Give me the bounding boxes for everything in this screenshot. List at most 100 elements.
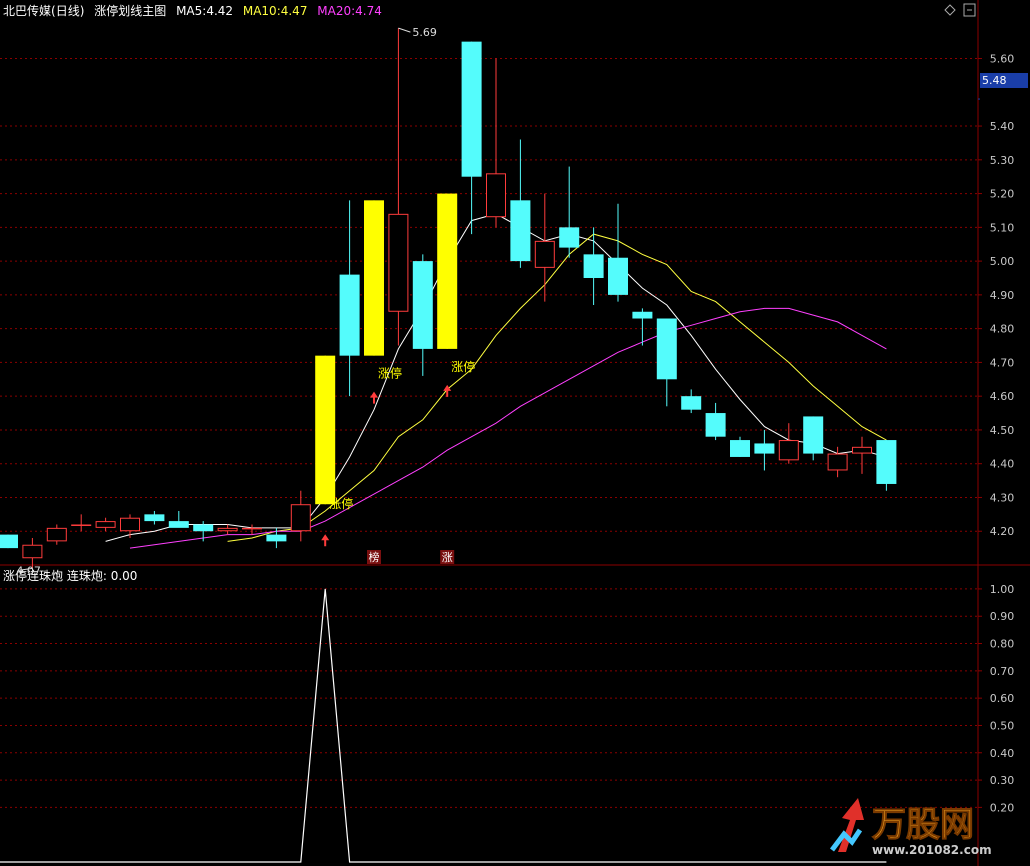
y-tick-label: 4.30 [990, 491, 1015, 504]
candle-body [242, 527, 262, 530]
y-tick-label: 4.50 [990, 424, 1015, 437]
y-tick-label: 5.30 [990, 154, 1015, 167]
candle-body [534, 240, 555, 268]
candle [168, 510, 189, 528]
candle-body [0, 534, 18, 549]
y-tick-label: 5.20 [990, 188, 1015, 201]
candle-body [681, 396, 702, 410]
candle-body [437, 193, 458, 349]
candle-body [193, 524, 214, 532]
candle-body [266, 534, 287, 542]
candle [120, 514, 140, 538]
candle-body [388, 213, 409, 312]
candle [46, 524, 67, 545]
candle [705, 402, 726, 441]
candle [339, 200, 360, 397]
sub-y-tick-label: 1.00 [990, 583, 1015, 596]
sub-y-tick-label: 0.30 [990, 774, 1015, 787]
candle-body [730, 440, 750, 457]
ma-line-ma5 [105, 213, 887, 542]
y-tick-label: 4.90 [990, 289, 1015, 302]
sub-y-tick-label: 0.40 [990, 747, 1015, 760]
candle [803, 416, 824, 461]
ma-line-ma20 [129, 307, 887, 549]
candle-body [754, 443, 775, 454]
candle-body [144, 514, 165, 522]
candle-body [876, 440, 897, 484]
current-price-tag: 5.48 [980, 73, 1028, 88]
candle [95, 517, 116, 532]
candle [730, 436, 750, 457]
y-tick-label: 5.00 [990, 255, 1015, 268]
candle-body [583, 254, 604, 278]
candle [681, 389, 702, 414]
limit-up-label: 涨停 [378, 366, 402, 381]
candle [852, 436, 872, 474]
candle [217, 524, 238, 535]
candle [778, 423, 799, 464]
candle-body [608, 257, 628, 295]
candle-body [364, 200, 384, 356]
candle-body [803, 416, 824, 454]
y-tick-label: 4.20 [990, 525, 1015, 538]
kline-chart[interactable]: 涨停涨停 涨停榜 涨5.694.07 4.204.304.404.504.604.7… [0, 0, 1030, 866]
candle-body [290, 504, 311, 532]
candle [534, 193, 555, 302]
y-tick-label: 4.60 [990, 390, 1015, 403]
sub-y-tick-label: 0.50 [990, 719, 1015, 732]
candle-body [95, 521, 116, 528]
watermark-logo: 万股网 www.201082.com [828, 790, 1028, 860]
watermark-url: www.201082.com [872, 843, 992, 857]
candle [754, 429, 775, 471]
candle-body [412, 261, 433, 349]
sub-y-tick-label: 0.80 [990, 638, 1015, 651]
candle [486, 58, 506, 228]
sub-y-tick-label: 0.60 [990, 692, 1015, 705]
y-tick-label: 5.10 [990, 221, 1015, 234]
candle-body [71, 524, 92, 526]
sub-y-tick-label: 0.70 [990, 665, 1015, 678]
candle-body [120, 517, 140, 532]
candle-body [339, 274, 360, 356]
candle [461, 41, 482, 235]
candle [412, 254, 433, 376]
watermark-brand: 万股网 [872, 805, 974, 845]
candle-body [461, 41, 482, 177]
candle-body [852, 446, 872, 454]
candle-body [486, 173, 506, 218]
candle [144, 510, 165, 525]
candle-body [656, 318, 677, 380]
candle-body [632, 311, 653, 319]
lianzhupao-line [0, 588, 887, 863]
candle [290, 490, 311, 542]
candle-body [510, 200, 531, 262]
candle [559, 166, 580, 258]
candle [315, 355, 336, 505]
candle [437, 193, 458, 349]
candle [827, 446, 848, 478]
marker-text: 榜 [369, 550, 380, 564]
candle-body [559, 227, 580, 248]
candle [608, 203, 628, 302]
candle [0, 534, 18, 549]
candle-body [168, 521, 189, 528]
y-tick-label: 5.60 [990, 53, 1015, 66]
up-arrow-icon [321, 534, 330, 547]
candle [510, 139, 531, 268]
candle-body [46, 527, 67, 542]
candle-body [827, 453, 848, 471]
min-price-label: 4.07 [16, 564, 41, 577]
candle [388, 28, 409, 346]
candle [364, 200, 384, 356]
candle-body [705, 413, 726, 437]
y-tick-label: 4.80 [990, 323, 1015, 336]
candle-body [217, 527, 238, 532]
candle [656, 318, 677, 407]
marker-text: 涨 [442, 551, 453, 564]
candle [242, 524, 262, 535]
candle-body [778, 440, 799, 461]
max-price-label: 5.69 [412, 26, 437, 39]
y-tick-label: 5.40 [990, 120, 1015, 133]
max-pointer [398, 27, 411, 33]
candle [71, 514, 92, 532]
